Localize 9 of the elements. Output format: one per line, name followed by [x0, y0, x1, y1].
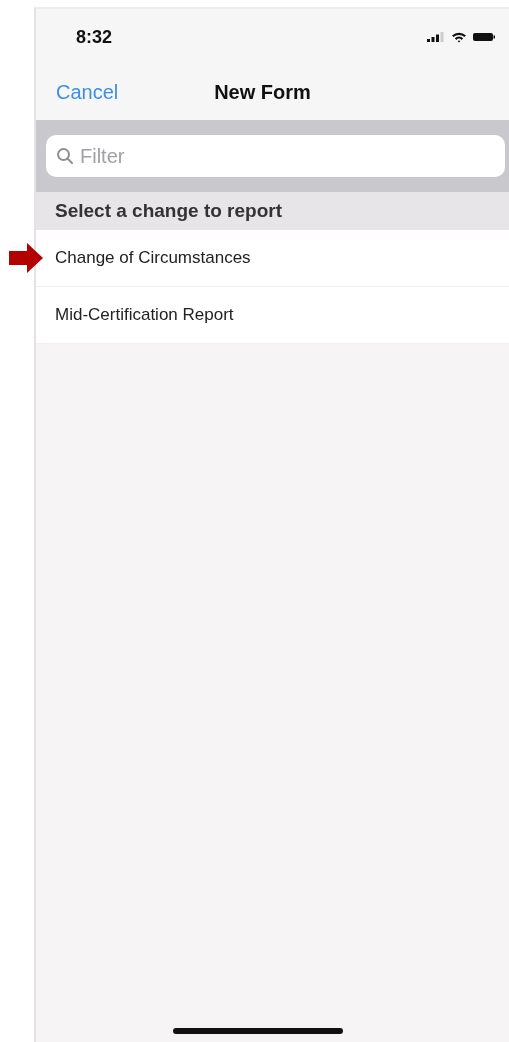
signal-icon — [427, 32, 445, 42]
wifi-icon — [451, 31, 467, 43]
battery-icon — [473, 32, 495, 42]
list-item[interactable]: Change of Circumstances — [36, 230, 509, 287]
status-time: 8:32 — [76, 26, 113, 48]
section-header: Select a change to report — [36, 192, 509, 230]
filter-field[interactable]: Filter — [46, 135, 505, 177]
list-item[interactable]: Mid-Certification Report — [36, 287, 509, 344]
nav-title: New Form — [214, 81, 311, 104]
